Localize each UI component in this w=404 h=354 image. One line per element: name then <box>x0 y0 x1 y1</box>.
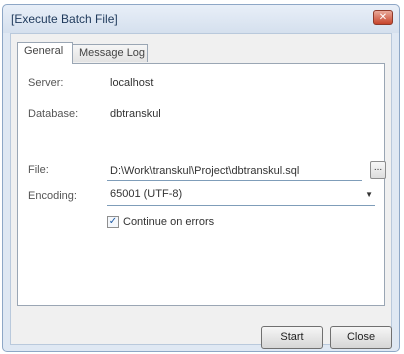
encoding-label: Encoding: <box>28 190 77 202</box>
encoding-value: 65001 (UTF-8) <box>110 188 183 200</box>
chevron-down-icon[interactable]: ▼ <box>365 190 373 199</box>
start-button[interactable]: Start <box>261 326 323 349</box>
dialog-body: General Message Log Server: localhost Da… <box>10 33 392 349</box>
server-label: Server: <box>28 77 64 89</box>
continue-on-errors-label[interactable]: Continue on errors <box>123 216 214 228</box>
file-label: File: <box>28 164 49 176</box>
close-button[interactable]: Close <box>330 326 392 349</box>
window-close-button[interactable]: ✕ <box>373 10 393 25</box>
file-path-input[interactable] <box>107 161 362 181</box>
encoding-select[interactable]: 65001 (UTF-8) ▼ <box>107 186 375 206</box>
window-title: [Execute Batch File] <box>11 12 118 26</box>
checkmark-icon: ✓ <box>108 216 118 227</box>
browse-button[interactable]: ... <box>370 161 386 179</box>
tab-general[interactable]: General <box>17 42 73 64</box>
database-label: Database: <box>28 108 79 120</box>
general-panel: Server: localhost Database: dbtranskul F… <box>17 63 386 306</box>
tab-message-log[interactable]: Message Log <box>72 44 148 62</box>
server-value: localhost <box>110 77 154 89</box>
continue-on-errors-checkbox[interactable]: ✓ <box>107 216 119 228</box>
execute-batch-file-dialog: [Execute Batch File] ✕ General Message L… <box>2 4 400 352</box>
close-icon: ✕ <box>378 12 388 23</box>
database-value: dbtranskul <box>110 108 161 120</box>
title-bar[interactable]: [Execute Batch File] ✕ <box>3 5 399 33</box>
